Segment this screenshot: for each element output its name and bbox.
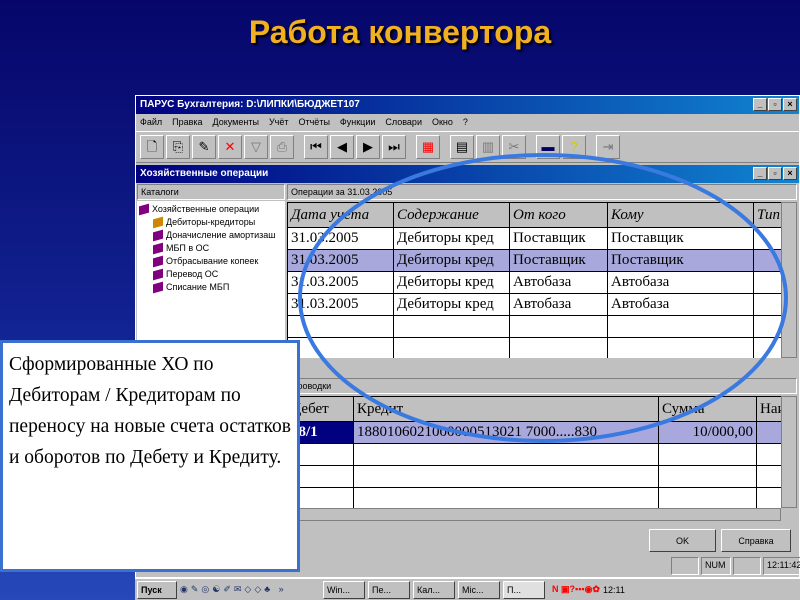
annotation-note: Сформированные ХО по Дебиторам / Кредито… [0,340,300,572]
